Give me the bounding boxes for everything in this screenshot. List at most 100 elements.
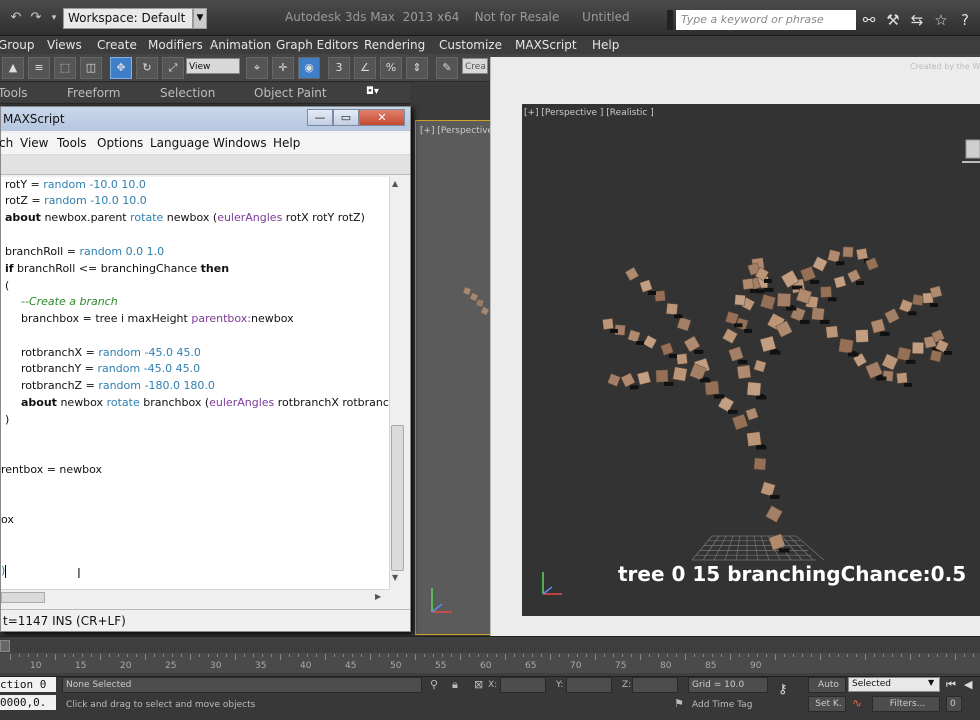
window-crossing-icon[interactable]: ◫ [80,57,102,79]
menu-group[interactable]: Group [0,36,35,54]
timeline-tick-mark [433,654,434,657]
keyboard-shortcut-icon[interactable]: ◉ [298,57,320,79]
angle-snap-icon[interactable]: ∠ [354,57,376,79]
move-icon[interactable]: ✥ [110,57,132,79]
undo-icon[interactable]: ↶ [6,8,26,28]
maxscript-listener-bottom[interactable]: 0000,0. [0,695,56,710]
menu-maxscript[interactable]: MAXScript [515,36,577,54]
tree-shadow [770,350,781,355]
select-object-icon[interactable]: ▲ [2,57,24,79]
select-by-name-icon[interactable]: ≡ [28,57,50,79]
edit-named-selection-icon[interactable]: ✎ [436,57,458,79]
tree-shadow [756,445,767,450]
menu-animation[interactable]: Animation [210,36,271,54]
chevron-down-icon[interactable]: ▼ [928,678,934,687]
minimize-icon[interactable]: — [307,109,333,126]
tab-tools[interactable]: Tools [0,86,28,100]
maxscript-listener-top[interactable]: ction 0 [0,677,56,692]
timeline-tick-mark [145,654,146,660]
editor-menu-help[interactable]: Help [273,136,300,150]
absolute-mode-icon[interactable]: ⊠ [474,678,483,691]
timeline-tick-mark [442,654,443,657]
exchange-icon[interactable]: ⇆ [906,9,928,31]
pivot-icon[interactable]: ⌖ [246,57,268,79]
key-icon[interactable]: ⚷ [778,682,788,697]
workspace-select[interactable]: Workspace: Default [63,8,193,29]
pin-icon[interactable]: ⚲ [430,678,438,691]
add-time-tag[interactable]: Add Time Tag [692,700,752,710]
previous-frame-icon[interactable]: ◀ [964,678,972,691]
tree-box [855,329,869,343]
auto-key-button[interactable]: Auto [808,677,846,693]
search-input[interactable]: Type a keyword or phrase [676,10,856,30]
vertical-scroll-thumb[interactable] [391,425,404,571]
editor-menu-search[interactable]: ch [0,136,13,150]
timeline-tick-mark [847,654,848,657]
z-coordinate-field[interactable] [632,677,678,693]
time-tag-icon[interactable]: ⚑ [674,697,684,710]
reference-coordinate-select[interactable]: View [186,58,240,74]
rect-selection-icon[interactable]: ⬚ [54,57,76,79]
x-coordinate-field[interactable] [500,677,546,693]
wrench-icon[interactable]: ⚒ [882,9,904,31]
menu-rendering[interactable]: Rendering [364,36,425,54]
close-icon[interactable]: ✕ [359,109,405,126]
grid-line [713,535,727,561]
perspective-viewport[interactable] [415,120,495,635]
set-key-button[interactable]: Set K. [808,696,846,712]
lock-icon[interactable]: 🔒︎ [452,678,458,692]
menu-modifiers[interactable]: Modifiers [148,36,203,54]
editor-menu-tools[interactable]: Tools [57,136,87,150]
ribbon-options-icon[interactable]: ◘▾ [366,86,379,97]
scroll-right-icon[interactable]: ▶ [375,592,381,601]
curve-icon[interactable]: ∿ [852,696,862,710]
chevron-down-icon[interactable]: ▼ [193,8,207,29]
go-to-start-icon[interactable]: ⏮ [946,678,956,692]
y-coordinate-field[interactable] [566,677,612,693]
spinner-snap-icon[interactable]: ⇕ [406,57,428,79]
menu-views[interactable]: Views [47,36,82,54]
menu-customize[interactable]: Customize [439,36,502,54]
qa-dropdown-icon[interactable]: ▾ [44,8,64,28]
maximize-icon[interactable]: ▭ [333,109,359,126]
scroll-up-icon[interactable]: ▲ [392,179,398,188]
percent-snap-icon[interactable]: % [380,57,402,79]
key-filters-button[interactable]: Filters... [872,696,940,712]
timeline-tick-mark [784,654,785,657]
code-editor[interactable]: rotY = random -10.0 10.0 rotZ = random -… [1,177,389,589]
timeline-tick-mark [172,654,173,657]
tab-object-paint[interactable]: Object Paint [254,86,327,100]
menu-graph-editors[interactable]: Graph Editors [276,36,358,54]
horizontal-scrollbar[interactable] [1,589,389,606]
timeline-tick-mark [541,654,542,657]
help-icon[interactable]: ? [954,9,976,31]
tree-box [624,266,640,282]
snap-icon[interactable]: 3 [328,57,350,79]
selection-count: None Selected [62,677,422,693]
key-filter-select[interactable]: Selected [848,677,940,692]
x-label: X: [488,680,498,690]
select-manipulate-icon[interactable]: ✛ [272,57,294,79]
editor-menu-options[interactable]: Options [97,136,143,150]
maxscript-editor-window: MAXScript — ▭ ✕ ch View Tools Options La… [0,106,411,632]
viewport-label[interactable]: [+] [Perspective [420,126,493,136]
scroll-down-icon[interactable]: ▼ [392,573,398,582]
tree-box [654,290,666,302]
redo-icon[interactable]: ↷ [26,8,46,28]
editor-menu-language[interactable]: Language [150,136,209,150]
current-frame-field[interactable]: 0 [946,696,962,712]
rotate-icon[interactable]: ↻ [136,57,158,79]
editor-menu-view[interactable]: View [20,136,48,150]
named-selection-sets[interactable]: Crea [462,58,488,74]
tab-selection[interactable]: Selection [160,86,215,100]
menu-help[interactable]: Help [592,36,619,54]
star-icon[interactable]: ☆ [930,9,952,31]
editor-menu-windows[interactable]: Windows [213,136,267,150]
tab-freeform[interactable]: Freeform [67,86,120,100]
menu-create[interactable]: Create [97,36,137,54]
time-slider-thumb[interactable] [0,640,10,652]
binoculars-icon[interactable]: ⚯ [858,9,880,31]
text-caret [5,565,6,578]
horizontal-scroll-thumb[interactable] [1,592,45,603]
scale-icon[interactable]: ⤢ [162,57,184,79]
